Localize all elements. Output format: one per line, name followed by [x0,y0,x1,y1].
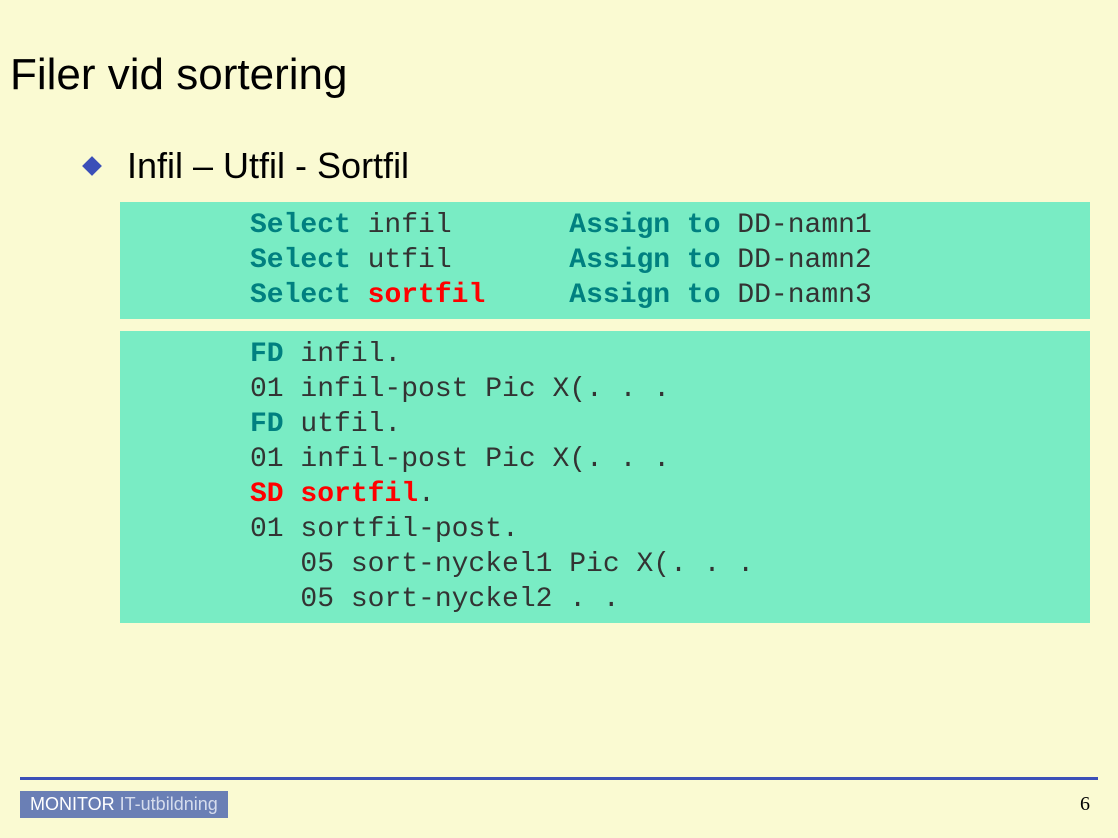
code-text [351,280,368,311]
keyword-select: Select [250,245,351,276]
footer-brand: MONITOR [30,794,120,814]
diamond-icon [82,156,102,176]
code-text: DD-namn2 [721,245,872,276]
footer-brand-box: MONITOR IT-utbildning [20,791,228,818]
keyword-assign: Assign to [569,210,720,241]
keyword-fd: FD [250,339,284,370]
code-text: utfil [351,245,569,276]
keyword-select: Select [250,280,351,311]
code-text: DD-namn3 [721,280,872,311]
code-text [485,280,569,311]
bullet-item: Infil – Utfil - Sortfil [85,145,1108,187]
code-text: 01 infil-post Pic X(. . . [250,444,670,475]
code-block-fd: FD infil. 01 infil-post Pic X(. . . FD u… [120,331,1090,623]
code-text: 05 sort-nyckel2 . . [250,584,620,615]
keyword-select: Select [250,210,351,241]
code-text: 05 sort-nyckel1 Pic X(. . . [250,549,754,580]
code-text: infil. [284,339,402,370]
page-number: 6 [1080,793,1090,816]
code-text: 01 sortfil-post. [250,514,519,545]
keyword-fd: FD [250,409,284,440]
code-text: . [418,479,435,510]
code-text: DD-namn1 [721,210,872,241]
footer-divider [20,777,1098,780]
keyword-assign: Assign to [569,280,720,311]
keyword-assign: Assign to [569,245,720,276]
code-text: 01 infil-post Pic X(. . . [250,374,670,405]
page-title: Filer vid sortering [10,50,1108,100]
keyword-sd: SD sortfil [250,479,418,510]
slide: Filer vid sortering Infil – Utfil - Sort… [0,0,1118,838]
code-text: infil [351,210,569,241]
code-block-select: Select infil Assign to DD-namn1 Select u… [120,202,1090,319]
bullet-text: Infil – Utfil - Sortfil [127,145,409,187]
code-text: utfil. [284,409,402,440]
keyword-sortfil: sortfil [368,280,486,311]
footer-sub: IT-utbildning [120,794,218,814]
